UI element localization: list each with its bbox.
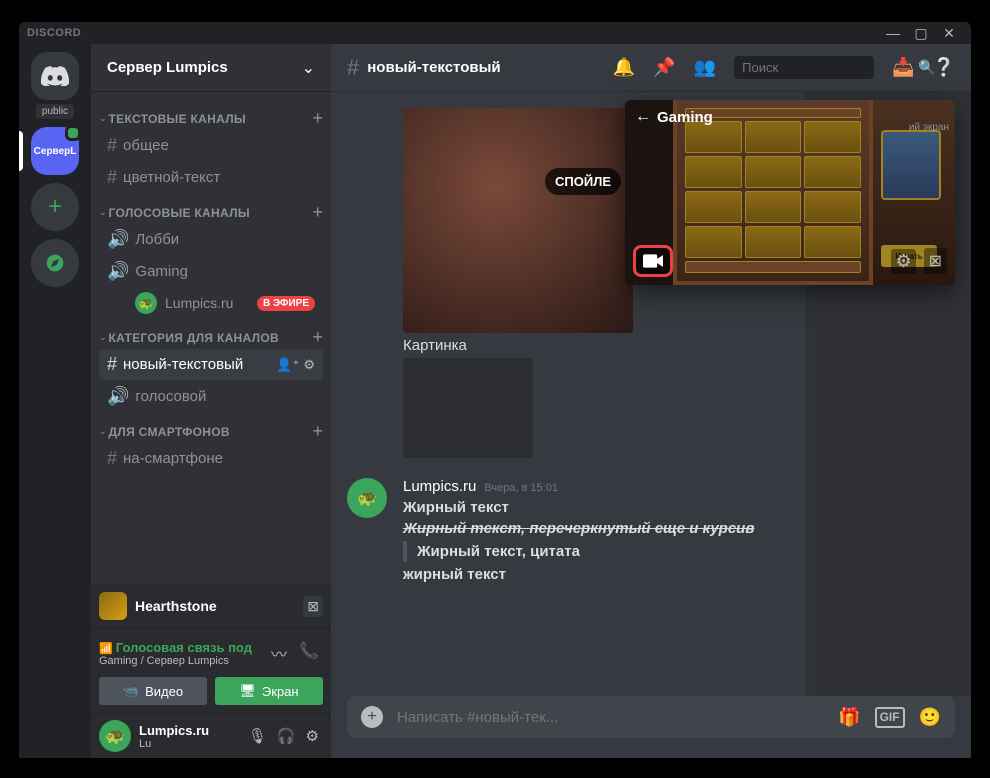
home-button[interactable] xyxy=(31,52,79,100)
speaker-icon: 🔊 xyxy=(107,261,129,282)
voice-participant[interactable]: 🐢 Lumpics.ru В ЭФИРЕ xyxy=(99,288,323,318)
mute-button[interactable]: 🎙 xyxy=(244,723,271,749)
add-channel-button[interactable]: + xyxy=(312,327,323,348)
category-smartphones[interactable]: ⌄ ДЛЯ СМАРТФОНОВ + xyxy=(91,413,331,442)
deafen-button[interactable]: 🎧 xyxy=(273,723,300,749)
help-button[interactable]: ❔ xyxy=(933,57,955,78)
explore-button[interactable] xyxy=(31,239,79,287)
server-icon[interactable]: СерверL xyxy=(31,127,79,175)
channel-sidebar: Сервер Lumpics ⌄ ⌄ ТЕКСТОВЫЕ КАНАЛЫ + # … xyxy=(91,44,331,758)
channel-item[interactable]: # цветной-текст xyxy=(99,162,323,193)
enlarge-label: ий экран xyxy=(909,122,949,133)
search-box[interactable]: 🔍 xyxy=(734,56,874,79)
emoji-button[interactable]: 🙂 xyxy=(919,707,941,728)
hash-icon: # xyxy=(347,55,359,81)
message-author[interactable]: Lumpics.ru xyxy=(403,478,476,495)
message-input[interactable] xyxy=(397,709,824,726)
screen-share-button[interactable]: 🖥 Экран xyxy=(215,677,323,705)
game-icon xyxy=(99,592,127,620)
chevron-down-icon: ⌄ xyxy=(99,426,107,437)
server-header[interactable]: Сервер Lumpics ⌄ xyxy=(91,44,331,92)
app-logo: DISCORD xyxy=(27,27,81,39)
disconnect-button[interactable]: 📞 xyxy=(295,637,323,669)
pip-title: Gaming xyxy=(657,109,713,126)
image-placeholder[interactable] xyxy=(403,358,533,458)
public-label: public xyxy=(36,104,74,119)
voice-panel: 📶 Голосовая связь под Gaming / Сервер Lu… xyxy=(91,629,331,714)
avatar[interactable]: 🐢 xyxy=(99,720,131,752)
speaker-icon: 🔊 xyxy=(107,229,129,250)
pip-window[interactable]: ← Gaming ий экран Играть xyxy=(625,100,955,285)
minimize-button[interactable]: — xyxy=(879,22,907,44)
stop-stream-button[interactable]: ⊠ xyxy=(303,596,323,617)
hash-icon: # xyxy=(107,354,117,375)
add-channel-button[interactable]: + xyxy=(312,421,323,442)
channel-item[interactable]: # на-смартфоне xyxy=(99,443,323,474)
status-indicator xyxy=(65,125,81,141)
server-name: Сервер Lumpics xyxy=(107,59,228,76)
pip-close-button[interactable]: ⊠ xyxy=(924,248,947,274)
camera-icon xyxy=(643,254,663,268)
message: 🐢 Lumpics.ru Вчера, в 15:01 Жирный текст… xyxy=(347,474,789,593)
add-channel-button[interactable]: + xyxy=(312,202,323,223)
hash-icon: # xyxy=(107,448,117,469)
add-channel-button[interactable]: + xyxy=(312,108,323,129)
notifications-button[interactable]: 🔔 xyxy=(613,57,635,78)
chevron-down-icon: ⌄ xyxy=(99,207,107,218)
camera-toggle-button[interactable] xyxy=(633,245,673,277)
camera-icon: 📹 xyxy=(123,683,139,699)
settings-icon[interactable]: ⚙ xyxy=(303,357,315,373)
chevron-down-icon: ⌄ xyxy=(99,113,107,124)
spoiler-image[interactable]: СПОЙЛЕ xyxy=(403,108,633,333)
noise-suppression-button[interactable]: 〰 xyxy=(267,637,291,669)
pins-button[interactable]: 📌 xyxy=(653,57,675,78)
category-text[interactable]: ⌄ ТЕКСТОВЫЕ КАНАЛЫ + xyxy=(91,100,331,129)
voice-channel-item[interactable]: 🔊 голосовой xyxy=(99,381,323,412)
hash-icon: # xyxy=(107,135,117,156)
voice-status: 📶 Голосовая связь под xyxy=(99,640,267,655)
guilds-sidebar: public СерверL + xyxy=(19,44,91,758)
hash-icon: # xyxy=(107,167,117,188)
chat-content: # новый-текстовый 🔔 📌 👥 🔍 📥 ❔ xyxy=(331,44,971,758)
compass-icon xyxy=(45,253,65,273)
category-voice[interactable]: ⌄ ГОЛОСОВЫЕ КАНАЛЫ + xyxy=(91,194,331,223)
spoiler-badge: СПОЙЛЕ xyxy=(545,168,621,195)
image-caption: Картинка xyxy=(403,337,789,354)
channel-item-active[interactable]: # новый-текстовый 👤⁺ ⚙ xyxy=(99,349,323,380)
members-button[interactable]: 👥 xyxy=(694,57,716,78)
titlebar: DISCORD — ▢ ✕ xyxy=(19,22,971,44)
close-button[interactable]: ✕ xyxy=(935,22,963,44)
chevron-down-icon: ⌄ xyxy=(302,58,315,78)
avatar: 🐢 xyxy=(135,292,157,314)
category-channels[interactable]: ⌄ КАТЕГОРИЯ ДЛЯ КАНАЛОВ + xyxy=(91,319,331,348)
channel-item[interactable]: # общее xyxy=(99,130,323,161)
add-server-button[interactable]: + xyxy=(31,183,79,231)
video-button[interactable]: 📹 Видео xyxy=(99,677,207,705)
channel-title: новый-текстовый xyxy=(367,59,613,76)
inbox-button[interactable]: 📥 xyxy=(892,57,914,78)
gift-button[interactable]: 🎁 xyxy=(838,707,860,728)
user-panel: 🐢 Lumpics.ru Lu 🎙 🎧 ⚙ xyxy=(91,714,331,758)
speaker-icon: 🔊 xyxy=(107,386,129,407)
message-text: Жирный текст Жирный текст, перечеркнутый… xyxy=(403,497,789,585)
activity-panel: Hearthstone ⊠ xyxy=(91,584,331,629)
settings-button[interactable]: ⚙ xyxy=(302,723,323,749)
gif-button[interactable]: GIF xyxy=(875,707,905,728)
discord-icon xyxy=(41,66,69,86)
invite-icon[interactable]: 👤⁺ xyxy=(276,357,299,373)
chat-header: # новый-текстовый 🔔 📌 👥 🔍 📥 ❔ xyxy=(331,44,971,92)
chevron-down-icon: ⌄ xyxy=(99,332,107,343)
message-time: Вчера, в 15:01 xyxy=(484,482,558,494)
voice-channel-item[interactable]: 🔊 Лобби xyxy=(99,224,323,255)
screen-icon: 🖥 xyxy=(239,683,256,699)
back-button[interactable]: ← xyxy=(635,108,651,126)
attach-button[interactable]: + xyxy=(361,706,383,728)
maximize-button[interactable]: ▢ xyxy=(907,22,935,44)
message-input-area: + 🎁 GIF 🙂 xyxy=(331,696,971,758)
voice-channel-item[interactable]: 🔊 Gaming xyxy=(99,256,323,287)
live-badge: В ЭФИРЕ xyxy=(257,296,315,311)
pip-settings-button[interactable]: ⚙ xyxy=(891,249,915,274)
avatar[interactable]: 🐢 xyxy=(347,478,387,518)
